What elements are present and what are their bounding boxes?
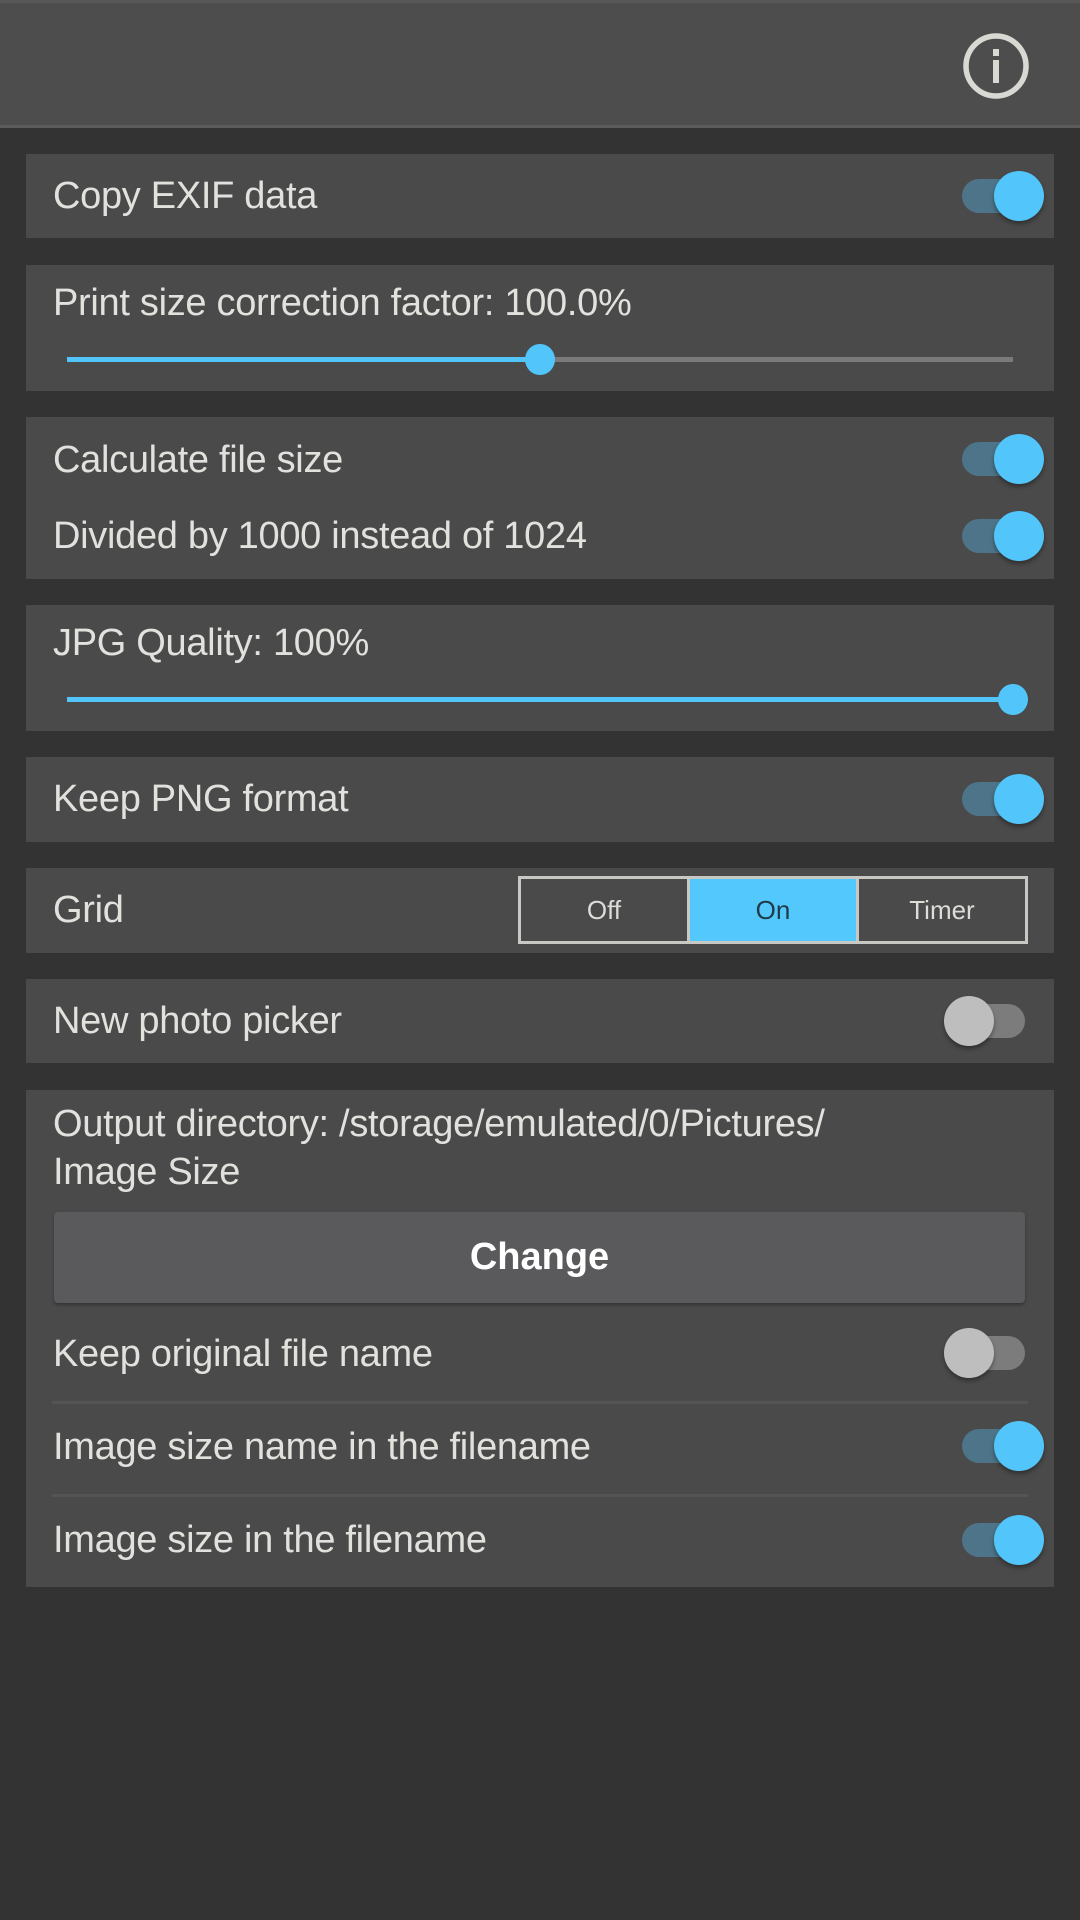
keep-original-name-toggle[interactable] bbox=[944, 1323, 1048, 1383]
toggle-thumb bbox=[944, 1328, 994, 1378]
info-circle-icon bbox=[963, 33, 1029, 99]
slider-thumb[interactable] bbox=[998, 684, 1028, 715]
divided-by-1000-label: Divided by 1000 instead of 1024 bbox=[53, 515, 587, 557]
print-size-label: Print size correction factor: 100.0% bbox=[53, 282, 632, 324]
calculate-file-size-toggle[interactable] bbox=[948, 429, 1048, 489]
grid-card: Grid Off On Timer bbox=[26, 868, 1054, 953]
output-directory-label: Output directory: /storage/emulated/0/Pi… bbox=[53, 1103, 825, 1145]
keep-png-label: Keep PNG format bbox=[53, 778, 349, 820]
output-directory-card: Output directory: /storage/emulated/0/Pi… bbox=[26, 1090, 1054, 1587]
calculate-file-size-label: Calculate file size bbox=[53, 439, 343, 481]
jpg-quality-card: JPG Quality: 100% bbox=[26, 605, 1054, 731]
grid-option-off[interactable]: Off bbox=[521, 879, 687, 941]
image-size-toggle[interactable] bbox=[948, 1510, 1048, 1570]
grid-option-on[interactable]: On bbox=[687, 879, 856, 941]
grid-segmented-control: Off On Timer bbox=[518, 876, 1028, 944]
image-size-label: Image size in the filename bbox=[53, 1519, 487, 1561]
jpg-quality-label: JPG Quality: 100% bbox=[53, 622, 369, 664]
copy-exif-label: Copy EXIF data bbox=[53, 175, 318, 217]
copy-exif-card: Copy EXIF data bbox=[26, 154, 1054, 238]
toggle-thumb bbox=[994, 774, 1044, 824]
print-size-slider[interactable] bbox=[67, 339, 1013, 379]
keep-png-card: Keep PNG format bbox=[26, 757, 1054, 842]
new-photo-picker-toggle[interactable] bbox=[944, 991, 1048, 1051]
info-button[interactable] bbox=[962, 32, 1030, 100]
divider bbox=[52, 1401, 1028, 1404]
toggle-thumb bbox=[944, 996, 994, 1046]
toggle-thumb bbox=[994, 171, 1044, 221]
new-photo-picker-label: New photo picker bbox=[53, 1000, 342, 1042]
slider-thumb[interactable] bbox=[525, 344, 555, 375]
change-directory-button[interactable]: Change bbox=[54, 1212, 1025, 1303]
image-size-name-label: Image size name in the filename bbox=[53, 1426, 591, 1468]
slider-fill bbox=[67, 357, 540, 362]
toggle-thumb bbox=[994, 1421, 1044, 1471]
copy-exif-toggle[interactable] bbox=[948, 166, 1048, 226]
toggle-thumb bbox=[994, 511, 1044, 561]
new-photo-picker-card: New photo picker bbox=[26, 979, 1054, 1063]
toggle-thumb bbox=[994, 434, 1044, 484]
grid-option-timer[interactable]: Timer bbox=[856, 879, 1025, 941]
keep-png-toggle[interactable] bbox=[948, 769, 1048, 829]
toggle-thumb bbox=[994, 1515, 1044, 1565]
app-header bbox=[0, 0, 1080, 128]
divided-by-1000-toggle[interactable] bbox=[948, 506, 1048, 566]
output-directory-path-line2: Image Size bbox=[53, 1151, 241, 1193]
file-size-card: Calculate file size Divided by 1000 inst… bbox=[26, 417, 1054, 579]
slider-fill bbox=[67, 697, 1013, 702]
print-size-card: Print size correction factor: 100.0% bbox=[26, 265, 1054, 391]
image-size-name-toggle[interactable] bbox=[948, 1416, 1048, 1476]
keep-original-name-label: Keep original file name bbox=[53, 1333, 433, 1375]
grid-label: Grid bbox=[53, 889, 124, 931]
divider bbox=[52, 1494, 1028, 1497]
jpg-quality-slider[interactable] bbox=[67, 679, 1028, 719]
